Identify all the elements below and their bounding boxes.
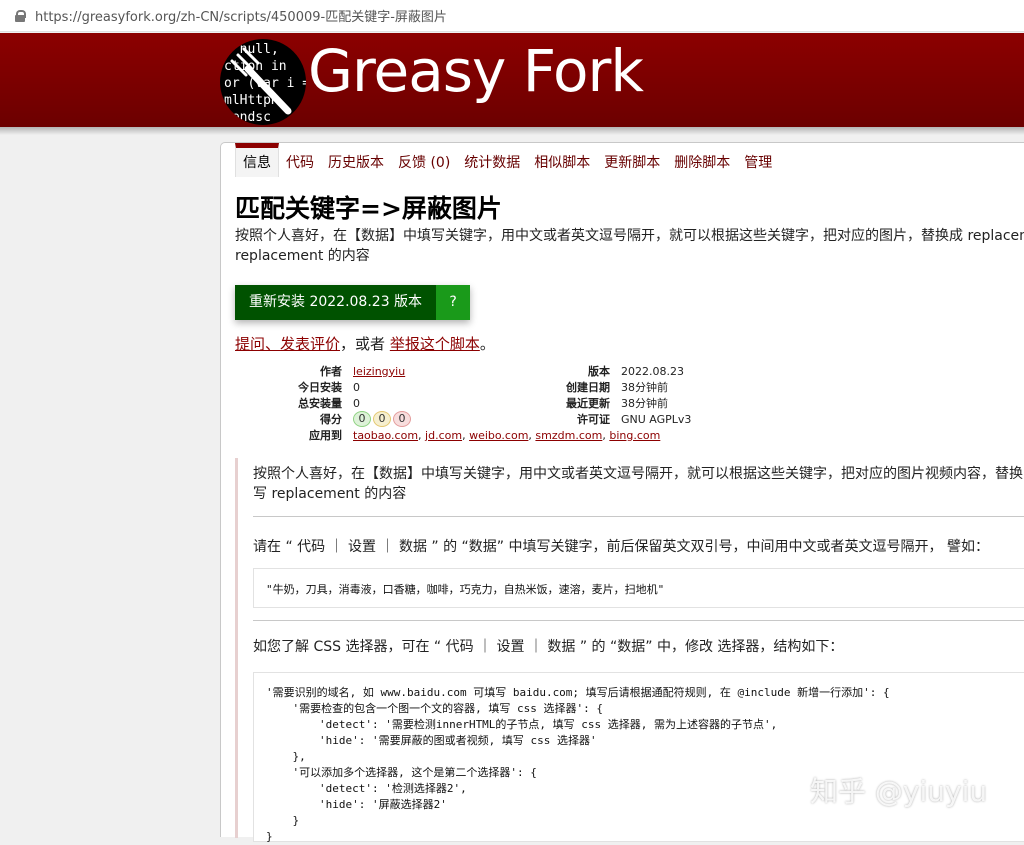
selector-structure-code: '需要识别的域名, 如 www.baidu.com 可填写 baidu.com;…	[253, 672, 1024, 843]
meta-key: 版本	[588, 365, 610, 378]
meta-value: 0	[353, 396, 360, 410]
script-description: 按照个人喜好，在【数据】中填写关键字，用中文或者英文逗号隔开，就可以根据这些关键…	[235, 226, 1024, 266]
meta-value: taobao.com, jd.com, weibo.com, smzdm.com…	[353, 428, 661, 442]
additional-line: 写 replacement 的内容	[253, 486, 407, 502]
feedback-line: 提问、发表评价，或者 举报这个脚本。	[235, 333, 495, 354]
meta-value: GNU AGPLv3	[621, 412, 692, 426]
meta-value: 38分钟前	[621, 397, 668, 410]
additional-paragraph: 按照个人喜好，在【数据】中填写关键字，用中文或者英文逗号隔开，就可以根据这些关键…	[253, 464, 1024, 504]
applies-to-site-link[interactable]: jd.com	[425, 429, 462, 442]
selector-instruction: 如您了解 CSS 选择器，可在 “ 代码 ｜ 设置 ｜ 数据 ” 的 “数据” …	[253, 639, 844, 655]
code-line: 'hide': '需要屏蔽的图或者视频, 填写 css 选择器'	[266, 734, 597, 747]
meta-key: 得分	[320, 413, 342, 426]
install-button[interactable]: 重新安装 2022.08.23 版本	[235, 285, 437, 320]
meta-value: 0	[353, 380, 360, 394]
code-line: 'detect': '需要检测innerHTML的子节点, 填写 css 选择器…	[266, 718, 778, 731]
code-line: '需要检查的包含一个图一个文的容器, 填写 css 选择器': {	[266, 702, 603, 715]
browser-address-bar[interactable]: https://greasyfork.org/zh-CN/scripts/450…	[0, 0, 1024, 32]
meta-value: 000	[353, 411, 413, 427]
site-brand-name[interactable]: Greasy Fork	[308, 37, 644, 105]
divider	[253, 516, 1024, 517]
script-content-panel: 信息 代码 历史版本 反馈 (0) 统计数据 相似脚本 更新脚本 删除脚本 管理 匹配关键字=>…	[220, 142, 1024, 843]
report-link[interactable]: 举报这个脚本	[390, 335, 480, 353]
description-line: replacement 的内容	[235, 248, 370, 264]
meta-key: 总安装量	[298, 397, 342, 410]
applies-to-site-link[interactable]: taobao.com	[353, 429, 418, 442]
site-header: e null, ction in or (var i = 0 mlHttpR s…	[0, 33, 1024, 135]
description-line: 按照个人喜好，在【数据】中填写关键字，用中文或者英文逗号隔开，就可以根据这些关键…	[235, 228, 1024, 244]
tab-1[interactable]: 代码	[279, 143, 321, 177]
meta-key: 许可证	[577, 413, 610, 426]
tab-5[interactable]: 相似脚本	[527, 143, 597, 177]
greasy-fork-logo[interactable]: e null, ction in or (var i = 0 mlHttpR s…	[220, 39, 306, 125]
applies-to-site-link[interactable]: weibo.com	[469, 429, 528, 442]
meta-key: 创建日期	[566, 381, 610, 394]
meta-row: 许可证 GNU AGPLv3	[503, 411, 691, 427]
tab-3[interactable]: 反馈 (0)	[391, 143, 457, 177]
tab-0[interactable]: 信息	[235, 143, 279, 177]
meta-row: 应用到 taobao.com, jd.com, weibo.com, smzdm.…	[235, 427, 660, 443]
feedback-end-text: 。	[479, 335, 495, 353]
meta-row: 最近更新 38分钟前	[503, 395, 691, 411]
tab-7[interactable]: 删除脚本	[667, 143, 737, 177]
tab-2[interactable]: 历史版本	[321, 143, 391, 177]
script-meta-right: 版本 2022.08.23 创建日期 38分钟前 最近更新 38分钟前 许可证 GNU AGP…	[503, 363, 691, 427]
tab-8[interactable]: 管理	[737, 143, 779, 177]
code-line: },	[266, 750, 306, 763]
tab-6[interactable]: 更新脚本	[597, 143, 667, 177]
meta-key: 作者	[320, 365, 342, 378]
keyword-instruction: 请在 “ 代码 ｜ 设置 ｜ 数据 ” 的 “数据” 中填写关键字，前后保留英文…	[253, 539, 989, 555]
applies-to-site-link[interactable]: smzdm.com	[535, 429, 602, 442]
feedback-middle-text: ，或者	[340, 335, 386, 353]
applies-to-site-link[interactable]: bing.com	[609, 429, 660, 442]
additional-line: 按照个人喜好，在【数据】中填写关键字，用中文或者英文逗号隔开，就可以根据这些关键…	[253, 466, 1023, 482]
meta-key: 应用到	[309, 429, 342, 442]
rating-good: 0	[353, 411, 371, 427]
install-area: 重新安装 2022.08.23 版本 ?	[235, 285, 471, 320]
meta-key: 最近更新	[566, 397, 610, 410]
install-help-button[interactable]: ?	[436, 285, 471, 320]
rating-bad: 0	[393, 411, 411, 427]
header-shadow	[0, 127, 1024, 135]
fork-icon	[230, 47, 292, 115]
meta-value: 2022.08.23	[621, 364, 684, 378]
code-line: '需要识别的域名, 如 www.baidu.com 可填写 baidu.com;…	[266, 686, 890, 699]
url-text[interactable]: https://greasyfork.org/zh-CN/scripts/450…	[35, 6, 447, 25]
lock-icon	[15, 9, 26, 22]
meta-key: 今日安装	[298, 381, 342, 394]
tab-4[interactable]: 统计数据	[457, 143, 527, 177]
meta-value: leizingyiu	[353, 365, 405, 378]
zhihu-watermark: 知乎 @yiuyiu	[810, 775, 988, 808]
script-tabs: 信息 代码 历史版本 反馈 (0) 统计数据 相似脚本 更新脚本 删除脚本 管理	[235, 143, 779, 177]
feedback-link[interactable]: 提问、发表评价	[235, 335, 340, 353]
meta-value: 38分钟前	[621, 381, 668, 394]
author-link[interactable]: leizingyiu	[353, 365, 405, 378]
code-line: }	[266, 814, 300, 827]
meta-row: 创建日期 38分钟前	[503, 379, 691, 395]
divider	[253, 620, 1024, 621]
script-title: 匹配关键字=>屏蔽图片	[235, 194, 502, 223]
keyword-example-code: "牛奶，刀具，消毒液，口香糖，咖啡，巧克力，自热米饭，速溶，麦片，扫地机"	[253, 568, 1024, 608]
meta-row: 版本 2022.08.23	[503, 363, 691, 379]
rating-ok: 0	[373, 411, 391, 427]
code-line: }	[266, 830, 273, 843]
